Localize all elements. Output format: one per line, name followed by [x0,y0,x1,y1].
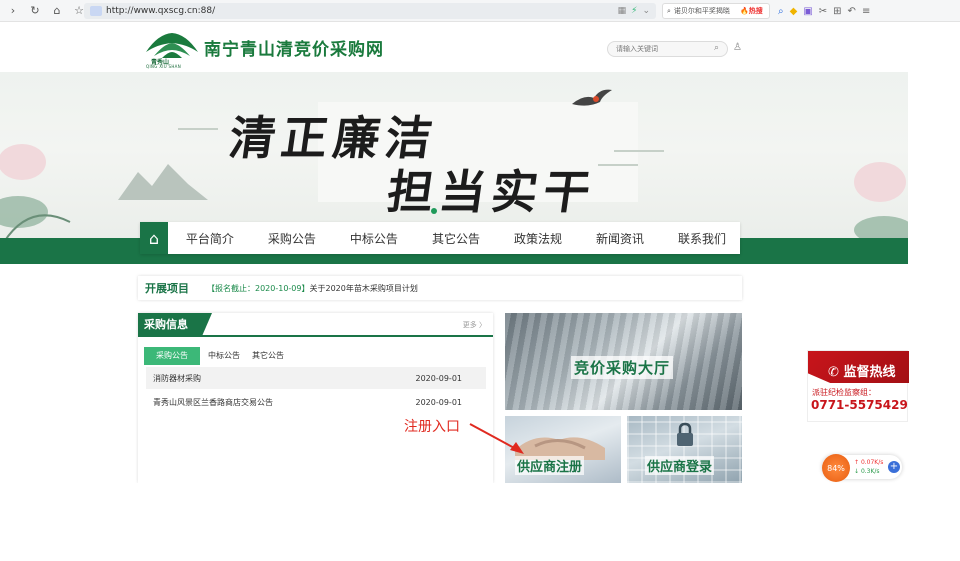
house-icon: ⌂ [148,228,160,248]
speed-percent[interactable]: 84% [822,454,850,482]
chevron-right-icon: 〉 [476,321,486,329]
banner-deco-line [598,164,638,166]
nav-item-contact[interactable]: 联系我们 [658,230,740,247]
back-icon[interactable]: › [4,2,22,20]
banner-deco-line [178,128,218,130]
hotline-title-text: 监督热线 [843,365,896,380]
procurement-tabs: 采购公告 中标公告 其它公告 [144,347,292,365]
upload-speed-value: 0.07K/s [860,459,884,466]
reload-icon[interactable]: ↻ [26,2,44,20]
bidding-hall-tile[interactable]: 竞价采购大厅 [505,313,742,410]
projects-item[interactable]: 【报名截止：2020-10-09】关于2020年苗木采购项目计划 [207,283,418,294]
more-label[interactable]: 更多 [463,321,477,329]
site-info-icon[interactable] [90,6,102,16]
nav-item-award-notice[interactable]: 中标公告 [330,230,412,247]
app-extension-icon[interactable]: ▣ [803,6,812,17]
chevron-down-icon[interactable]: ⌄ [642,6,650,16]
browser-search-text: 诺贝尔和平奖揭晓 [673,7,730,15]
site-title[interactable]: 南宁青山清竞价采购网 [204,35,384,60]
supplier-login-tile[interactable]: 供应商登录 [627,416,742,483]
list-item[interactable]: 消防器材采购 2020-09-01 [146,367,486,389]
nav-item-other-notice[interactable]: 其它公告 [412,230,494,247]
hotline-title: ✆ 监督热线 [828,361,895,380]
list-item[interactable]: 青秀山风景区兰香路商店交易公告 2020-09-01 [146,391,486,413]
hotline-phone[interactable]: 0771-5575429 [811,398,908,412]
upload-speed: ↑ 0.07K/s [854,459,884,466]
menu-icon[interactable]: ≡ [862,6,870,17]
address-text[interactable]: http://www.qxscg.cn:88/ [106,6,215,16]
plus-icon[interactable]: + [888,461,900,473]
tab-award-notice[interactable]: 中标公告 [204,347,244,365]
search-input[interactable]: 请输入关键词 [607,41,728,57]
site-header: 青秀山 QING XIU SHAN 南宁青山清竞价采购网 请输入关键词 ⌕ ♙ [0,22,908,72]
procurement-panel: 采购信息 更多 〉 采购公告 中标公告 其它公告 消防器材采购 2020-09-… [138,313,493,483]
phone-icon: ✆ [828,365,839,380]
home-icon[interactable]: ⌂ [48,2,66,20]
handshake-image [515,437,605,460]
network-speed-widget[interactable]: 84% ↑ 0.07K/s ↓ 0.3K/s + [822,454,902,482]
nav-item-platform-intro[interactable]: 平台简介 [168,230,248,247]
lotus-left-icon [0,144,71,243]
grid-icon[interactable]: ▦ [618,6,627,16]
logo-text-en: QING XIU SHAN [146,64,181,69]
annotation-arrow-icon [469,423,524,454]
address-bar[interactable]: http://www.qxscg.cn:88/ ▦ ⚡ ⌄ [84,3,656,19]
blank-area [0,483,960,561]
annotation-text: 注册入口 [404,419,460,435]
banner-deco-line [614,150,664,152]
procurement-title: 采购信息 [138,313,212,337]
lightning-icon[interactable]: ⚡ [631,6,637,16]
procurement-header: 采购信息 更多 〉 [138,313,493,337]
projects-item-title[interactable]: 关于2020年苗木采购项目计划 [310,284,418,293]
search-icon[interactable]: ⌕ [714,43,719,53]
browser-search-icon: ⌕ [667,6,671,15]
tab-other-notice[interactable]: 其它公告 [248,347,288,365]
download-speed: ↓ 0.3K/s [854,468,880,475]
hotline-subtitle: 派驻纪检监察组： [812,388,876,397]
mountain-silhouette-icon [118,164,208,200]
projects-ticker: 开展项目 【报名截止：2020-10-09】关于2020年苗木采购项目计划 [138,276,742,300]
projects-deadline[interactable]: 【报名截止：2020-10-09】 [207,284,310,293]
nav-home-button[interactable]: ⌂ [140,222,168,254]
grid-menu-icon[interactable]: ⊞ [833,6,841,17]
bird-icon [572,89,612,106]
hot-label: 热搜 [748,7,763,15]
nav-item-news[interactable]: 新闻资讯 [576,230,658,247]
nav-item-procurement-notice[interactable]: 采购公告 [248,230,330,247]
shield-extension-icon[interactable]: ◆ [790,6,798,17]
procurement-more-link[interactable]: 更多 〉 [463,320,486,330]
projects-title: 开展项目 [145,282,189,295]
list-item-date: 2020-09-01 [415,373,463,383]
hot-search-badge[interactable]: 🔥热搜 [740,6,763,16]
list-item-title[interactable]: 青秀山风景区兰香路商店交易公告 [153,397,273,408]
banner-slogan-2: 担当实干 [383,165,600,219]
browser-toolbar: › ↻ ⌂ ☆ http://www.qxscg.cn:88/ ▦ ⚡ ⌄ ⌕ … [0,0,960,22]
tab-procurement-notice[interactable]: 采购公告 [144,347,200,365]
undo-icon[interactable]: ↶ [848,6,856,17]
carousel-dot-active[interactable] [431,208,437,214]
browser-extension-icons: ⌕ ◆ ▣ ✂ ⊞ ↶ ≡ [778,3,870,19]
user-icon[interactable]: ♙ [733,42,742,53]
supplier-login-label[interactable]: 供应商登录 [645,456,715,475]
list-item-title[interactable]: 消防器材采购 [153,373,201,384]
supplier-register-label[interactable]: 供应商注册 [515,456,585,475]
list-item-date: 2020-09-01 [415,397,463,407]
search-extension-icon[interactable]: ⌕ [778,6,784,17]
main-nav: ⌂ 平台简介 采购公告 中标公告 其它公告 政策法规 新闻资讯 联系我们 [140,222,740,254]
nav-item-policy[interactable]: 政策法规 [494,230,576,247]
scissors-icon[interactable]: ✂ [819,6,827,17]
supervision-hotline[interactable]: ✆ 监督热线 派驻纪检监察组： 0771-5575429 [807,350,909,422]
lock-icon [677,422,693,446]
fire-icon: 🔥 [740,7,749,15]
bidding-hall-label[interactable]: 竞价采购大厅 [571,356,674,379]
download-speed-value: 0.3K/s [860,468,880,475]
